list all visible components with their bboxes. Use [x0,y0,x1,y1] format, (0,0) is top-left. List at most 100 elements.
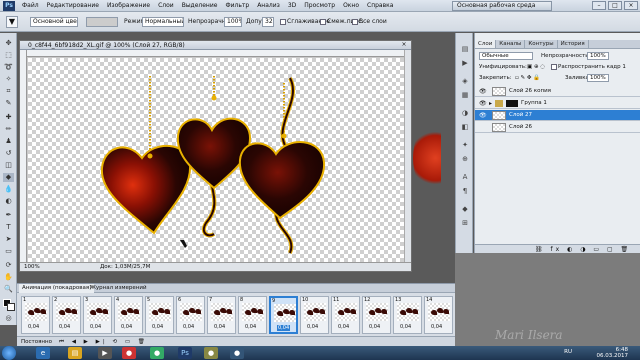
propagate-checkbox[interactable]: Распространить кадр 1 [551,62,626,72]
blur-tool-icon[interactable]: 💧 [3,185,14,194]
animation-frame[interactable]: 14 0,04 [424,296,453,334]
hand-tool-icon[interactable]: ✋ [3,273,14,282]
layer-opacity-input[interactable]: 100% [587,52,609,60]
animation-frame[interactable]: 3 0,04 [83,296,112,334]
tab-layers[interactable]: Слои [475,40,497,48]
menu-layers[interactable]: Слои [154,0,178,12]
visibility-eye-icon[interactable]: 👁 [479,88,487,95]
frame-delay[interactable]: 0,04 [277,325,291,331]
app-icon-2[interactable]: ● [150,347,164,359]
path-select-tool-icon[interactable]: ➤ [3,235,14,244]
zoom-tool-icon[interactable]: 🔍 [3,285,14,294]
menu-help[interactable]: Справка [363,0,397,12]
masks-panel-icon[interactable]: ◧ [460,123,470,132]
menu-view[interactable]: Просмотр [300,0,339,12]
vertical-ruler[interactable] [20,50,27,262]
pattern-picker[interactable] [86,17,118,27]
document-close-button[interactable]: × [399,41,409,49]
animation-frame[interactable]: 5 0,04 [145,296,174,334]
frame-delay[interactable]: 0,04 [338,324,349,330]
stamp-tool-icon[interactable]: ♟ [3,137,14,146]
swatches-panel-icon[interactable]: ▦ [460,91,470,100]
visibility-eye-icon[interactable]: 👁 [479,112,487,119]
mode-select[interactable]: Нормальный [142,17,184,27]
media-player-icon[interactable]: ▶ [98,347,112,359]
frame-delay[interactable]: 0,04 [28,324,39,330]
frame-delay[interactable]: 0,04 [431,324,442,330]
document-tab[interactable]: 0_c8f44_6bf918d2_XL.gif @ 100% (Слой 27,… [20,41,411,50]
history-brush-tool-icon[interactable]: ↺ [3,149,14,158]
app-icon-3[interactable]: ● [204,347,218,359]
type-tool-icon[interactable]: T [3,223,14,232]
3d-rotate-tool-icon[interactable]: ⟳ [3,261,14,270]
blend-mode-select[interactable]: Обычные [479,52,533,60]
fill-input[interactable]: 100% [587,74,609,82]
language-indicator[interactable]: RU [564,349,572,355]
frame-delay[interactable]: 0,04 [307,324,318,330]
marquee-tool-icon[interactable]: ⬚ [3,51,14,60]
layer-row[interactable]: 👁 Слой 26 копия [475,86,640,97]
quick-mask-icon[interactable]: ◎ [3,314,14,323]
actions-panel-icon[interactable]: ▶ [460,59,470,68]
adjustments-panel-icon[interactable]: ◑ [460,109,470,118]
canvas[interactable] [28,58,405,262]
animation-frame[interactable]: 6 0,04 [176,296,205,334]
frame-delay[interactable]: 0,04 [245,324,256,330]
paragraph-panel-icon[interactable]: ¶ [460,187,470,196]
menu-image[interactable]: Изображение [103,0,154,12]
tab-animation[interactable]: Анимация (покадровая) [19,284,95,293]
frame-delay[interactable]: 0,04 [400,324,411,330]
visibility-eye-icon[interactable]: 👁 [479,100,487,107]
horizontal-ruler[interactable] [27,50,405,57]
animation-frame[interactable]: 13 0,04 [393,296,422,334]
menu-filter[interactable]: Фильтр [221,0,253,12]
paint-bucket-tool-icon[interactable]: ◆ [3,173,14,182]
expand-arrow-icon[interactable]: ▸ [489,98,492,109]
magic-wand-tool-icon[interactable]: ✧ [3,75,14,84]
animation-frame[interactable]: 8 0,04 [238,296,267,334]
brush-tool-icon[interactable]: ✏ [3,125,14,134]
history-panel-icon[interactable]: ▤ [460,45,470,54]
pen-tool-icon[interactable]: ✒ [3,211,14,220]
animation-frame[interactable]: 10 0,04 [300,296,329,334]
menu-edit[interactable]: Редактирование [43,0,103,12]
frame-delay[interactable]: 0,04 [152,324,163,330]
background-color-swatch[interactable] [7,303,15,311]
layer-row[interactable]: 👁 Слой 26 [475,122,640,133]
close-button[interactable]: × [624,1,638,10]
menu-window[interactable]: Окно [339,0,363,12]
3d-panel-icon[interactable]: ◆ [460,205,470,214]
animation-frame[interactable]: 1 0,04 [21,296,50,334]
minimize-button[interactable]: – [592,1,606,10]
frame-delay[interactable]: 0,04 [121,324,132,330]
animation-frame[interactable]: 9 0,04 [269,296,298,334]
tolerance-input[interactable]: 32 [262,17,274,27]
fill-source-select[interactable]: Основной цвет [30,17,78,27]
zoom-readout[interactable]: 100% [24,263,40,272]
unify-icons[interactable]: ▣ ⊕ ◌ [527,62,545,72]
brushes-panel-icon[interactable]: ✦ [460,141,470,150]
all-layers-checkbox[interactable]: Все слои [352,18,387,26]
animation-frame[interactable]: 11 0,04 [331,296,360,334]
navigator-panel-icon[interactable]: ⊞ [460,219,470,228]
layer-row-selected[interactable]: 👁 Слой 27 [475,110,640,121]
start-button[interactable] [2,346,16,360]
clock[interactable]: 6:48 06.03.2017 [597,347,629,359]
character-panel-icon[interactable]: A [460,173,470,182]
frame-delay[interactable]: 0,04 [59,324,70,330]
tab-channels[interactable]: Каналы [496,40,526,48]
menu-select[interactable]: Выделение [178,0,222,12]
crop-tool-icon[interactable]: ⌗ [3,87,14,96]
maximize-button[interactable]: □ [608,1,622,10]
app-icon[interactable]: ● [122,347,136,359]
shape-tool-icon[interactable]: ▭ [3,247,14,256]
vertical-scrollbar[interactable] [404,50,411,262]
dodge-tool-icon[interactable]: ◐ [3,197,14,206]
lock-icons[interactable]: ▫ ✎ ✥ 🔒 [515,73,540,83]
frame-delay[interactable]: 0,04 [183,324,194,330]
animation-frame[interactable]: 4 0,04 [114,296,143,334]
frame-delay[interactable]: 0,04 [90,324,101,330]
app-icon-4[interactable]: ● [230,347,244,359]
tab-measurement-log[interactable]: Журнал измерений [87,284,150,293]
move-tool-icon[interactable]: ✥ [3,39,14,48]
